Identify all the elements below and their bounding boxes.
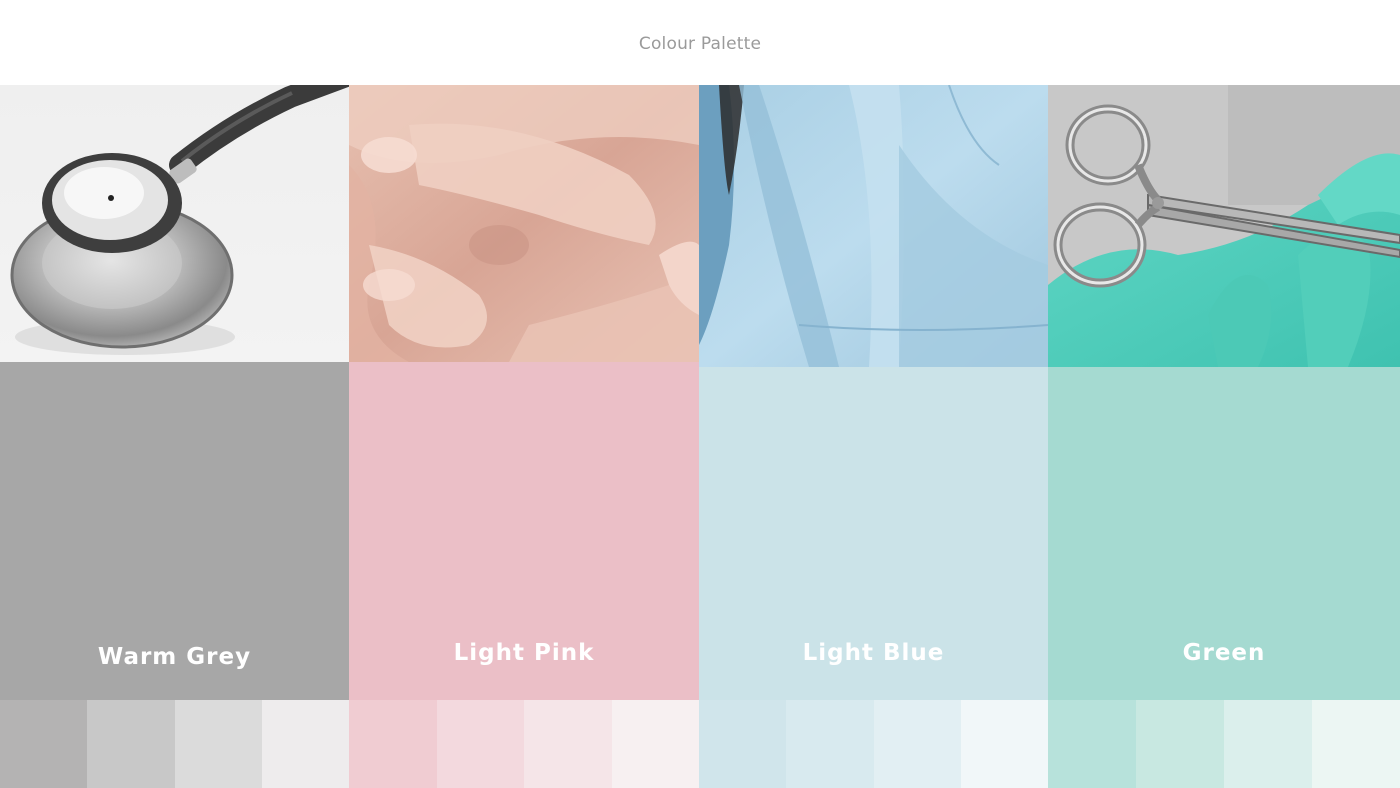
green-swatch: Green [1048, 367, 1400, 700]
tint-swatch [524, 700, 612, 788]
tint-swatch [611, 700, 699, 788]
light-pink-label: Light Pink [453, 640, 595, 666]
tint-swatch [349, 700, 437, 788]
tint-swatch [1136, 700, 1224, 788]
tint-swatch [174, 700, 262, 788]
warm-grey-tints [0, 700, 349, 788]
tint-swatch [873, 700, 961, 788]
hands-image [349, 85, 699, 362]
warm-grey-label: Warm Grey [97, 644, 252, 670]
light-blue-tints [699, 700, 1048, 788]
tint-swatch [960, 700, 1048, 788]
tint-swatch [261, 700, 349, 788]
tint-swatch [786, 700, 874, 788]
tint-swatch [0, 700, 88, 788]
page-title: Colour Palette [638, 34, 762, 54]
tint-swatch [1224, 700, 1312, 788]
scrubs-image [699, 85, 1048, 367]
tint-swatch [436, 700, 524, 788]
warm-grey-swatch: Warm Grey [0, 362, 349, 700]
palette-column-warm-grey: Warm Grey [0, 85, 349, 788]
light-pink-tints [349, 700, 699, 788]
green-label: Green [1182, 640, 1266, 666]
stethoscope-image [0, 85, 349, 362]
tint-swatch [699, 700, 787, 788]
tint-swatch [87, 700, 175, 788]
green-tints [1048, 700, 1400, 788]
tint-swatch [1048, 700, 1136, 788]
surgical-scissors-image [1048, 85, 1400, 367]
light-blue-label: Light Blue [802, 640, 945, 666]
palette-column-green: Green [1048, 85, 1400, 788]
light-pink-swatch: Light Pink [349, 362, 699, 700]
page-header: Colour Palette [0, 0, 1400, 85]
light-blue-swatch: Light Blue [699, 367, 1048, 700]
tint-swatch [1312, 700, 1400, 788]
palette-column-light-blue: Light Blue [699, 85, 1048, 788]
palette-column-light-pink: Light Pink [349, 85, 699, 788]
